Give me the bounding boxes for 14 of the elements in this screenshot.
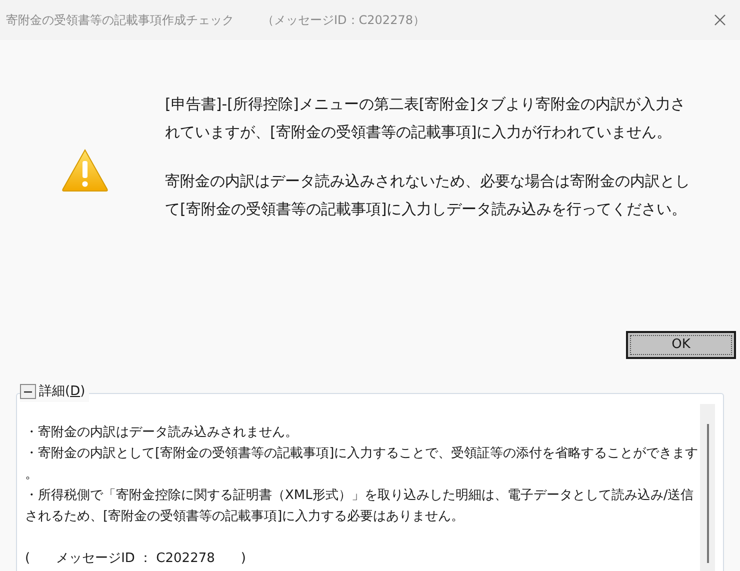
message-paragraph: [申告書]-[所得控除]メニューの第二表[寄附金]タブより寄附金の内訳が入力さ れていますが、[寄附金の受領書等の記載事項]に入力が行われていません。	[165, 94, 687, 143]
warning-icon	[61, 148, 109, 192]
detail-line: されるため、[寄附金の受領書等の記載事項]に入力する必要はありません。	[25, 508, 464, 526]
ok-button[interactable]: OK	[626, 331, 736, 359]
window-title: 寄附金の受領書等の記載事項作成チェック	[6, 12, 234, 29]
detail-line: ・所得税側で「寄附金控除に関する証明書（XML形式）」を取り込みした明細は、電子データとして読み込み/送信	[25, 487, 694, 505]
detail-line: ・寄附金の内訳として[寄附金の受領書等の記載事項]に入力することで、受領証等の添付を省略することができます	[25, 445, 698, 463]
detail-line: 。	[25, 466, 38, 484]
window-message-id: （メッセージID：C202278）	[262, 12, 425, 29]
detail-line: ・寄附金の内訳はデータ読み込みされません。	[25, 424, 298, 442]
close-icon	[714, 14, 726, 26]
collapse-toggle[interactable]	[20, 384, 36, 400]
detail-message-id: ( メッセージID ： C202278 )	[25, 550, 246, 568]
message-paragraph: 寄附金の内訳はデータ読み込みされないため、必要な場合は寄附金の内訳とし て[寄附金の受領書等の記載事項]に入力しデータ読み込みを行ってください。	[165, 171, 690, 220]
